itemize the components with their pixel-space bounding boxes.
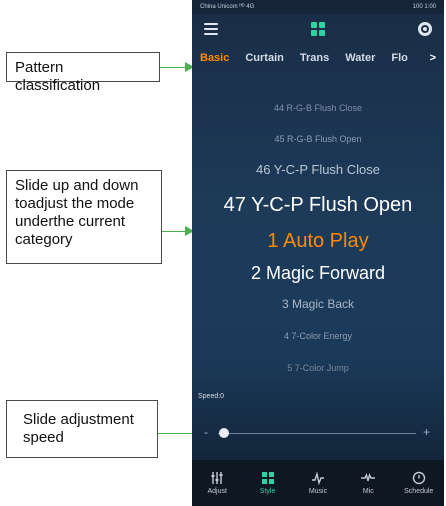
mode-item[interactable]: 4 7-Color Energy	[192, 320, 444, 352]
nav-adjust-label: Adjust	[207, 488, 227, 495]
menu-icon[interactable]	[204, 23, 218, 35]
speed-slider-thumb[interactable]	[218, 428, 229, 438]
speed-plus-button[interactable]: +	[423, 425, 430, 439]
speed-minus-button[interactable]: -	[204, 425, 208, 439]
nav-adjust[interactable]: Adjust	[195, 471, 239, 495]
mode-item[interactable]: 46 Y-C-P Flush Close	[192, 154, 444, 186]
nav-style-label: Style	[259, 488, 276, 495]
gear-icon[interactable]	[418, 22, 432, 36]
grid-icon[interactable]	[311, 22, 325, 36]
bottom-nav: Adjust Style Music Mic Schedule	[192, 460, 444, 506]
grid-icon	[261, 471, 275, 485]
status-bar: China Unicom ᴴᴰ 4G 100 1:00	[192, 0, 444, 14]
mode-item[interactable]: 45 R-G-B Flush Open	[192, 124, 444, 154]
mode-item[interactable]: 2 Magic Forward	[192, 258, 444, 288]
pattern-tabs: Basic Curtain Trans Water Flo >	[192, 44, 444, 72]
clock-icon	[412, 471, 426, 485]
carrier-text: China Unicom ᴴᴰ 4G	[200, 4, 255, 10]
nav-schedule[interactable]: Schedule	[397, 471, 441, 495]
nav-mic[interactable]: Mic	[346, 471, 390, 495]
mode-item[interactable]: 44 R-G-B Flush Close	[192, 92, 444, 124]
speed-slider[interactable]: - +	[204, 425, 430, 440]
top-bar	[192, 14, 444, 44]
slide-mode-callout-arrow	[162, 226, 194, 236]
speed-label: Speed:0	[198, 393, 225, 400]
status-right-text: 100 1:00	[412, 4, 436, 10]
speed-callout: Slide adjustment speed	[6, 400, 158, 458]
nav-mic-label: Mic	[362, 488, 374, 495]
mode-item[interactable]: 47 Y-C-P Flush Open	[192, 186, 444, 224]
phone-screen: China Unicom ᴴᴰ 4G 100 1:00 Basic Curtai…	[192, 0, 444, 506]
nav-music[interactable]: Music	[296, 471, 340, 495]
mode-item[interactable]: 3 Magic Back	[192, 288, 444, 320]
tab-water[interactable]: Water	[345, 52, 375, 64]
pattern-callout-arrow	[160, 62, 194, 72]
nav-schedule-label: Schedule	[404, 488, 434, 495]
speed-slider-track[interactable]	[218, 433, 416, 434]
pattern-classification-callout: Pattern classification	[6, 52, 160, 94]
sliders-icon	[210, 471, 224, 485]
mode-item[interactable]: 5 7-Color Jump	[192, 352, 444, 384]
music-icon	[311, 471, 325, 485]
tab-curtain[interactable]: Curtain	[245, 52, 284, 64]
tab-flo[interactable]: Flo	[391, 52, 408, 64]
chevron-right-icon[interactable]: >	[430, 52, 436, 64]
mode-picker[interactable]: 44 R-G-B Flush Close 45 R-G-B Flush Open…	[192, 92, 444, 384]
nav-style[interactable]: Style	[246, 471, 290, 495]
nav-music-label: Music	[308, 488, 328, 495]
mode-item-selected[interactable]: 1 Auto Play	[192, 224, 444, 258]
mic-icon	[361, 471, 376, 485]
tab-basic[interactable]: Basic	[200, 52, 229, 64]
slide-mode-callout: Slide up and down toadjust the mode unde…	[6, 170, 162, 264]
tab-trans[interactable]: Trans	[300, 52, 329, 64]
